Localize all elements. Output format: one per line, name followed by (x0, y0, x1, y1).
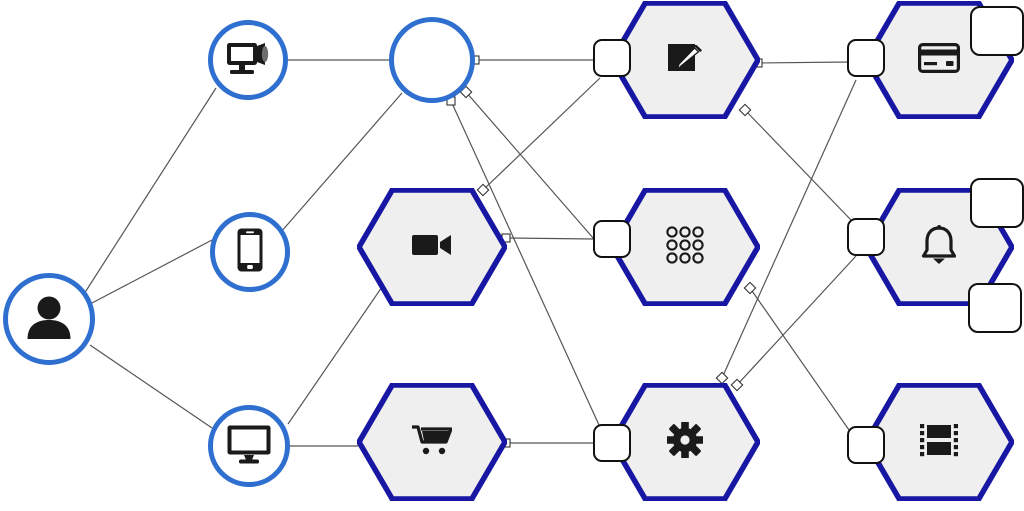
edge-webui-to-catalog-rest (505, 237, 595, 240)
twilio-adapter-badge[interactable] (970, 178, 1024, 228)
stripe-adapter-badge[interactable] (970, 6, 1024, 56)
smartphone-icon (237, 228, 263, 272)
edit-pencil-icon (627, 41, 744, 75)
video-camera-icon (374, 232, 491, 258)
rest-api-badge-notifications[interactable] (847, 218, 885, 256)
movies-node[interactable] (864, 383, 1014, 501)
api-gateway-node[interactable] (389, 17, 475, 103)
monitor-icon (226, 424, 272, 464)
desktop-computer-icon (225, 39, 271, 77)
rest-api-badge-inventory[interactable] (593, 424, 631, 462)
edge-catalog-to-movies-rest (749, 287, 850, 431)
device-monitor[interactable] (208, 405, 290, 487)
user-actor[interactable] (3, 273, 95, 365)
film-strip-icon (881, 422, 998, 459)
rest-api-badge-catalog[interactable] (593, 220, 631, 258)
edge-user-to-monitor (89, 344, 213, 429)
edge-booking-to-notify-rest (744, 109, 852, 221)
cinema-web-ui-node[interactable] (357, 188, 507, 306)
gear-icon (627, 420, 744, 460)
device-desktop[interactable] (208, 20, 288, 100)
rest-api-badge-booking[interactable] (593, 39, 631, 77)
shopping-cart-icon (374, 425, 491, 455)
edge-user-to-mobile (91, 239, 213, 304)
bell-icon (881, 225, 998, 265)
edge-booking-rest-to-webui (482, 77, 601, 191)
edge-user-to-desktop (83, 87, 217, 295)
sendgrid-adapter-badge[interactable] (968, 283, 1022, 333)
connector-endpoint (715, 371, 729, 385)
device-mobile[interactable] (210, 212, 290, 292)
grid-dots-icon (627, 226, 744, 264)
rest-api-badge-payments[interactable] (847, 39, 885, 77)
architecture-diagram-canvas (0, 0, 1024, 511)
person-icon (26, 295, 72, 339)
booking-service-node[interactable] (610, 1, 760, 119)
rest-api-badge-movies[interactable] (847, 426, 885, 464)
cinema-catalog-service-node[interactable] (610, 188, 760, 306)
cinema-grocery-store-node[interactable] (357, 383, 507, 501)
grocery-inventory-service-node[interactable] (610, 383, 760, 501)
edge-booking-to-payments-rest (757, 61, 850, 64)
